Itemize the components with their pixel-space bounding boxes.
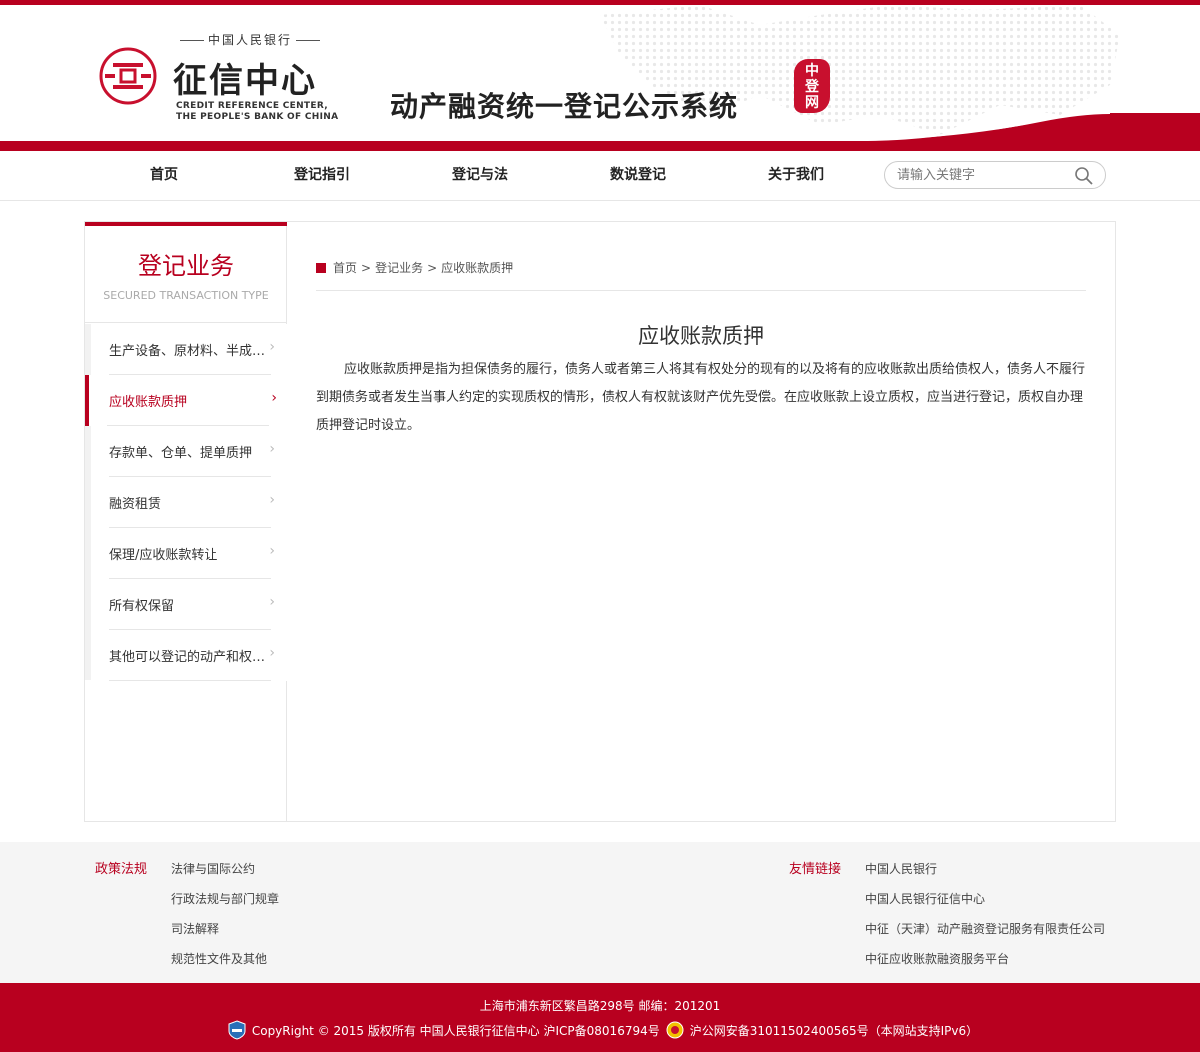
nav-item-law[interactable]: 登记与法 bbox=[410, 151, 550, 199]
footer-police-record[interactable]: 沪公网安备31011502400565号（本网站支持IPv6） bbox=[690, 1024, 978, 1038]
nav-item-about[interactable]: 关于我们 bbox=[726, 151, 866, 199]
sidebar-item-equipment-mortgage[interactable]: 生产设备、原材料、半成品、产品抵押 › bbox=[91, 324, 287, 375]
divider bbox=[316, 290, 1086, 291]
breadcrumb-separator: > bbox=[427, 261, 438, 275]
friend-link-receivables-platform[interactable]: 中征应收账款融资服务平台 bbox=[865, 950, 1009, 967]
breadcrumb-current: 应收账款质押 bbox=[441, 261, 514, 275]
sidebar-item-factoring[interactable]: 保理/应收账款转让 › bbox=[91, 528, 287, 579]
main-nav: 首页 登记指引 登记与法 数说登记 关于我们 bbox=[0, 151, 1200, 201]
policy-link-regulations[interactable]: 行政法规与部门规章 bbox=[171, 890, 279, 907]
nav-item-home[interactable]: 首页 bbox=[94, 151, 234, 199]
policy-heading: 政策法规 bbox=[95, 862, 148, 877]
policy-link-judicial[interactable]: 司法解释 bbox=[171, 920, 219, 937]
breadcrumb-separator: > bbox=[361, 261, 372, 275]
search-input[interactable] bbox=[895, 166, 1065, 184]
sidebar-item-deposit-pledge[interactable]: 存款单、仓单、提单质押 › bbox=[91, 426, 287, 477]
sidebar-item-label: 应收账款质押 bbox=[109, 395, 188, 410]
nav-item-stats[interactable]: 数说登记 bbox=[568, 151, 708, 199]
footer-copyright-line: CopyRight © 2015 版权所有 中国人民银行征信中心 沪ICP备08… bbox=[0, 1020, 1200, 1040]
sidebar-item-receivables-pledge[interactable]: 应收账款质押 › bbox=[85, 375, 287, 426]
breadcrumb: 首页 > 登记业务 > 应收账款质押 bbox=[316, 259, 513, 276]
policy-link-normative[interactable]: 规范性文件及其他 bbox=[171, 950, 267, 967]
credit-center-logo-icon bbox=[99, 47, 157, 105]
logo-english-line2: THE PEOPLE'S BANK OF CHINA bbox=[176, 112, 339, 122]
sidebar-item-label: 所有权保留 bbox=[109, 599, 175, 614]
nav-item-guide[interactable]: 登记指引 bbox=[252, 151, 392, 199]
breadcrumb-home[interactable]: 首页 bbox=[333, 261, 357, 275]
main-panel: 登记业务 SECURED TRANSACTION TYPE 生产设备、原材料、半… bbox=[84, 221, 1116, 822]
seal-stamp-logo: 中登网 bbox=[794, 59, 830, 113]
sidebar-menu: 生产设备、原材料、半成品、产品抵押 › 应收账款质押 › 存款单、仓单、提单质押… bbox=[85, 324, 287, 681]
friend-link-pboc[interactable]: 中国人民银行 bbox=[865, 860, 937, 877]
chevron-right-icon: › bbox=[269, 594, 275, 610]
site-header: 中国人民银行 征信中心 CREDIT REFERENCE CENTER, THE… bbox=[0, 5, 1200, 151]
sidebar-item-label: 生产设备、原材料、半成品、产品抵押 bbox=[109, 344, 267, 359]
chevron-right-icon: › bbox=[271, 390, 277, 406]
logo-english-line1: CREDIT REFERENCE CENTER, bbox=[176, 101, 328, 111]
friend-link-credit-center[interactable]: 中国人民银行征信中心 bbox=[865, 890, 985, 907]
article-title: 应收账款质押 bbox=[638, 324, 764, 348]
content-area: 首页 > 登记业务 > 应收账款质押 应收账款质押 应收账款质押是指为担保债务的履行，债… bbox=[287, 222, 1115, 821]
sidebar-item-label: 其他可以登记的动产和权利担保 bbox=[109, 650, 267, 665]
chevron-right-icon: › bbox=[269, 441, 275, 457]
divider bbox=[85, 322, 287, 323]
gov-site-badge-icon[interactable] bbox=[228, 1020, 246, 1040]
footer-address: 上海市浦东新区繁昌路298号 邮编：201201 bbox=[479, 999, 721, 1013]
logo-superscript: 中国人民银行 bbox=[176, 31, 324, 48]
chevron-right-icon: › bbox=[269, 645, 275, 661]
sidebar-item-label: 融资租赁 bbox=[109, 497, 162, 512]
sidebar-item-other-security[interactable]: 其他可以登记的动产和权利担保 › bbox=[91, 630, 287, 681]
chevron-right-icon: › bbox=[269, 339, 275, 355]
policy-link-laws[interactable]: 法律与国际公约 bbox=[171, 860, 255, 877]
friend-link-zhongzheng-tianjin[interactable]: 中征（天津）动产融资登记服务有限责任公司 bbox=[865, 920, 1105, 937]
sidebar-subtitle: SECURED TRANSACTION TYPE bbox=[103, 289, 269, 302]
chevron-right-icon: › bbox=[269, 492, 275, 508]
footer-copyright: CopyRight © 2015 版权所有 中国人民银行征信中心 沪ICP备08… bbox=[251, 1024, 660, 1038]
sidebar-accent-bar bbox=[85, 222, 287, 226]
sidebar-title: 登记业务 bbox=[138, 252, 234, 280]
sidebar-item-label: 保理/应收账款转让 bbox=[109, 548, 218, 563]
search-box bbox=[884, 161, 1106, 189]
system-title: 动产融资统一登记公示系统 bbox=[390, 90, 739, 123]
search-icon[interactable] bbox=[1074, 166, 1094, 186]
site-footer: 上海市浦东新区繁昌路298号 邮编：201201 CopyRight © 201… bbox=[0, 983, 1200, 1052]
breadcrumb-section[interactable]: 登记业务 bbox=[375, 261, 423, 275]
divider bbox=[109, 680, 271, 681]
police-badge-icon bbox=[666, 1021, 684, 1039]
sidebar-item-label: 存款单、仓单、提单质押 bbox=[109, 446, 253, 461]
friends-heading: 友情链接 bbox=[789, 862, 842, 877]
footer-links-section: 政策法规 法律与国际公约 行政法规与部门规章 司法解释 规范性文件及其他 友情链… bbox=[0, 842, 1200, 983]
logo-title: 征信中心 bbox=[173, 61, 317, 101]
sidebar: 登记业务 SECURED TRANSACTION TYPE 生产设备、原材料、半… bbox=[85, 222, 287, 821]
breadcrumb-arrow-icon bbox=[316, 263, 326, 273]
article-body: 应收账款质押是指为担保债务的履行，债务人或者第三人将其有权处分的现有的以及将有的… bbox=[316, 362, 1086, 433]
sidebar-item-retention-of-title[interactable]: 所有权保留 › bbox=[91, 579, 287, 630]
sidebar-item-financial-leasing[interactable]: 融资租赁 › bbox=[91, 477, 287, 528]
chevron-right-icon: › bbox=[269, 543, 275, 559]
